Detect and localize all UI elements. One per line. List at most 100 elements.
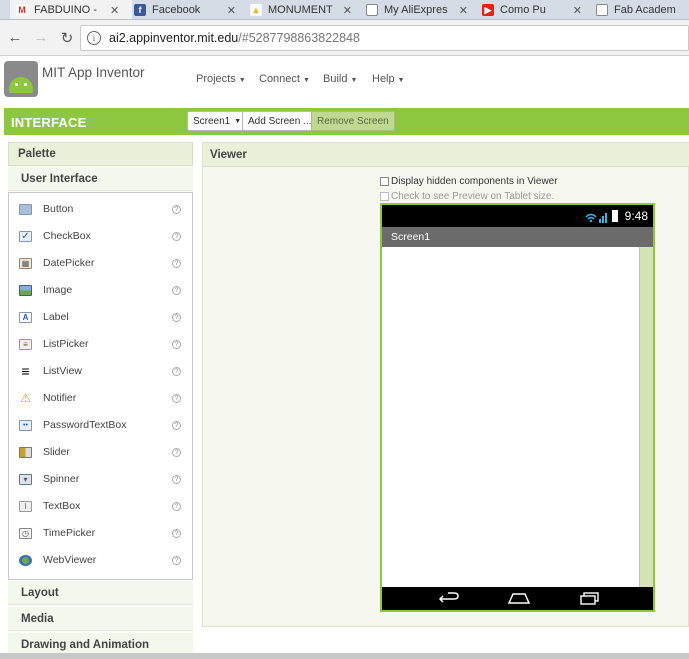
label-icon: A — [19, 311, 32, 323]
palette-item-webviewer[interactable]: WebViewer ? — [9, 547, 192, 573]
help-icon[interactable]: ? — [172, 339, 181, 349]
screen-scrollbar[interactable] — [639, 247, 653, 587]
browser-tab-youtube[interactable]: ▶ Como Pu ✕ — [476, 0, 590, 19]
palette-item-spinner[interactable]: ▾ Spinner ? — [9, 466, 192, 492]
help-icon[interactable]: ? — [172, 528, 181, 538]
info-icon[interactable]: i — [87, 31, 101, 45]
address-bar[interactable]: i ai2.appinventor.mit.edu/#5287798863822… — [80, 25, 689, 51]
category-layout[interactable]: Layout — [8, 581, 193, 605]
remove-screen-button: Remove Screen — [311, 111, 395, 131]
help-icon[interactable]: ? — [172, 258, 181, 268]
help-icon[interactable]: ? — [172, 420, 181, 430]
help-icon[interactable]: ? — [172, 231, 181, 241]
palette-item-label[interactable]: A Label ? — [9, 304, 192, 330]
caret-down-icon: ▼ — [238, 77, 246, 84]
button-icon — [19, 203, 32, 215]
palette-item-listview[interactable]: ≡ ListView ? — [9, 358, 192, 384]
spinner-icon: ▾ — [19, 473, 32, 485]
help-icon[interactable]: ? — [172, 393, 181, 403]
browser-tab-monument[interactable]: ▲ MONUMENT ✕ — [244, 0, 360, 19]
help-icon[interactable]: ? — [172, 474, 181, 484]
app-title[interactable]: MIT App Inventor — [42, 65, 145, 80]
app-header: MIT App Inventor Projects ▼ Connect ▼ Buil… — [0, 57, 689, 104]
palette-item-listpicker[interactable]: ≡ ListPicker ? — [9, 331, 192, 357]
warning-icon: ⚠ — [20, 391, 31, 405]
add-screen-button[interactable]: Add Screen ... — [242, 111, 318, 131]
help-icon[interactable]: ? — [172, 447, 181, 457]
menu-build[interactable]: Build ▼ — [323, 73, 357, 85]
browser-tab-fab-academy[interactable]: Fab Academ — [590, 0, 689, 19]
textbox-icon: I — [19, 500, 32, 512]
close-icon[interactable]: ✕ — [110, 4, 119, 17]
menu-projects[interactable]: Projects ▼ — [196, 73, 246, 85]
battery-icon — [612, 210, 618, 222]
caret-down-icon: ▼ — [234, 117, 242, 125]
menu-connect[interactable]: Connect ▼ — [259, 73, 310, 85]
slider-icon — [19, 446, 32, 458]
tab-title: MONUMENT — [268, 4, 333, 16]
palette-item-button[interactable]: Button ? — [9, 196, 192, 222]
viewer-header: Viewer — [203, 143, 689, 167]
close-icon[interactable]: ✕ — [573, 4, 582, 17]
caret-down-icon: ▼ — [302, 77, 310, 84]
reload-icon[interactable]: ↻ — [56, 27, 78, 49]
drive-icon: ▲ — [250, 4, 262, 16]
listpicker-icon: ≡ — [19, 338, 32, 350]
back-arrow-icon[interactable]: ← — [4, 27, 26, 49]
screen-title-bar[interactable]: Screen1 — [382, 227, 653, 247]
browser-tab-aliexpress[interactable]: My AliExpres ✕ — [360, 0, 476, 19]
help-icon[interactable]: ? — [172, 285, 181, 295]
palette-item-passwordtextbox[interactable]: •• PasswordTextBox ? — [9, 412, 192, 438]
palette-item-checkbox[interactable]: ✓ CheckBox ? — [9, 223, 192, 249]
help-icon[interactable]: ? — [172, 204, 181, 214]
browser-tab-facebook[interactable]: f Facebook ✕ — [128, 0, 244, 19]
checkbox-icon: ✓ — [19, 230, 32, 242]
palette-component-list: Button ? ✓ CheckBox ? ▦ DatePicker ? Ima… — [8, 192, 193, 580]
help-icon[interactable]: ? — [172, 366, 181, 376]
palette-header: Palette — [8, 142, 193, 166]
listview-icon: ≡ — [21, 363, 30, 379]
forward-arrow-icon[interactable]: → — [30, 27, 52, 49]
screen-select[interactable]: Screen1 ▼ — [187, 111, 248, 131]
palette-panel: Palette User Interface Button ? ✓ CheckB… — [8, 142, 193, 659]
timepicker-icon: ◷ — [19, 527, 32, 539]
tab-title: Como Pu — [500, 4, 546, 16]
browser-toolbar: ← → ↻ i ai2.appinventor.mit.edu/#5287798… — [0, 20, 689, 56]
palette-item-datepicker[interactable]: ▦ DatePicker ? — [9, 250, 192, 276]
tab-title: FABDUINO - — [34, 4, 97, 16]
status-time: 9:48 — [624, 209, 648, 223]
close-icon[interactable]: ✕ — [227, 4, 236, 17]
help-icon[interactable]: ? — [172, 501, 181, 511]
palette-item-slider[interactable]: Slider ? — [9, 439, 192, 465]
close-icon[interactable]: ✕ — [343, 4, 352, 17]
caret-down-icon: ▼ — [350, 77, 358, 84]
tab-title: Facebook — [152, 4, 201, 16]
browser-tab-gmail[interactable]: M FABDUINO - ✕ — [10, 0, 132, 19]
gmail-icon: M — [16, 4, 28, 16]
passwordtextbox-icon: •• — [19, 419, 32, 431]
close-icon[interactable]: ✕ — [459, 4, 468, 17]
datepicker-icon: ▦ — [19, 257, 32, 269]
page-icon — [596, 4, 608, 16]
display-hidden-checkbox[interactable]: Display hidden components in Viewer — [380, 176, 558, 187]
help-icon[interactable]: ? — [172, 312, 181, 322]
palette-item-notifier[interactable]: ⚠ Notifier ? — [9, 385, 192, 411]
image-icon — [19, 284, 32, 296]
globe-icon — [19, 554, 32, 566]
category-media[interactable]: Media — [8, 607, 193, 631]
wifi-signal-icon — [585, 213, 607, 223]
palette-item-image[interactable]: Image ? — [9, 277, 192, 303]
menu-help[interactable]: Help ▼ — [372, 73, 405, 85]
screen-canvas[interactable] — [382, 247, 653, 587]
tab-title: Fab Academ — [614, 4, 676, 16]
help-icon[interactable]: ? — [172, 555, 181, 565]
palette-item-textbox[interactable]: I TextBox ? — [9, 493, 192, 519]
palette-item-timepicker[interactable]: ◷ TimePicker ? — [9, 520, 192, 546]
home-nav-icon — [507, 593, 531, 604]
checkbox-box[interactable] — [380, 177, 389, 186]
category-user-interface[interactable]: User Interface — [8, 167, 193, 191]
interface-label: INTERFACE — [11, 115, 87, 130]
url-path: /#5287798863822848 — [238, 31, 360, 45]
app-inventor-logo-icon[interactable] — [4, 61, 38, 97]
tab-title: My AliExpres — [384, 4, 448, 16]
